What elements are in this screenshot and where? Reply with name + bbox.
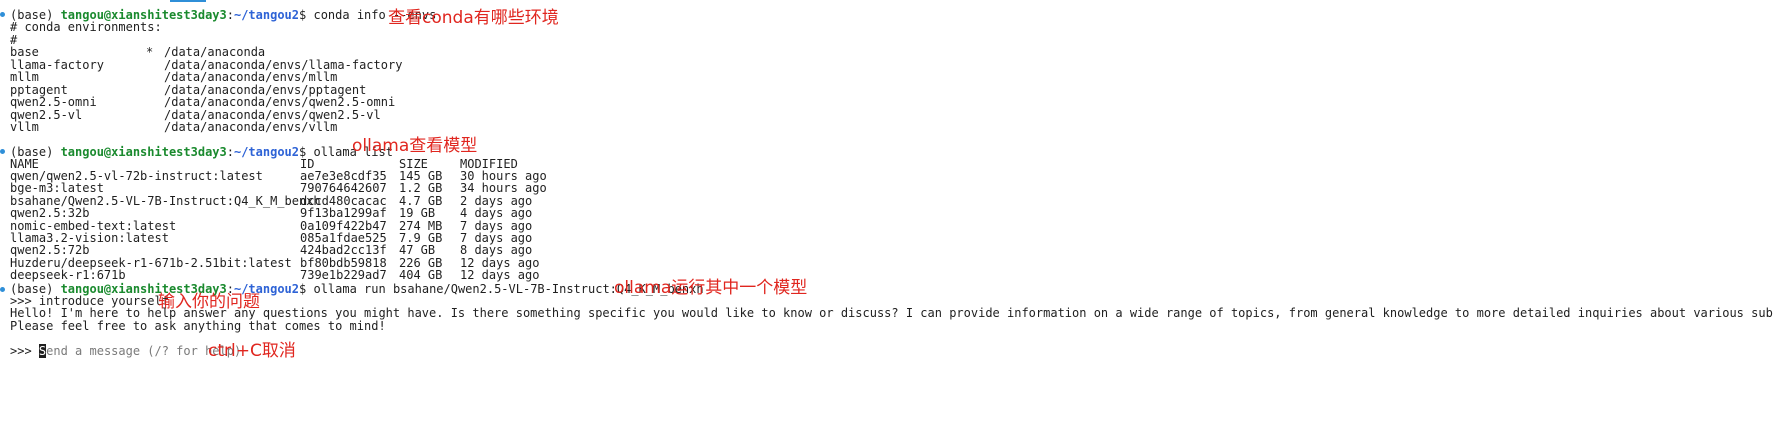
conda-header: # conda environments: bbox=[10, 20, 162, 34]
env-name: vllm bbox=[10, 120, 39, 134]
chat-prompt-marker: >>> bbox=[10, 344, 39, 358]
prompt-marker-dot bbox=[0, 149, 5, 154]
chat-response-line-1: Hello! I'm here to help answer any quest… bbox=[10, 306, 1773, 320]
prompt-marker-dot bbox=[0, 287, 5, 292]
prompt-marker-dot bbox=[0, 12, 5, 17]
model-modified: 12 days ago bbox=[460, 268, 540, 283]
model-name: deepseek-r1:671b bbox=[10, 268, 126, 283]
env-path: /data/anaconda/envs/vllm bbox=[164, 120, 338, 134]
prompt-path: ~/tangou2 bbox=[233, 8, 300, 22]
annotation-ollama-run: ollama运行其中一个模型 bbox=[614, 278, 808, 298]
terminal-window[interactable]: (base) tangou@xianshitest3day3:~/tangou2… bbox=[0, 0, 1773, 428]
prompt-line-ollama-list: (base) tangou@xianshitest3day3:~/tangou2… bbox=[10, 145, 393, 159]
prompt-sep: : bbox=[226, 8, 234, 22]
annotation-cancel: ctrl+C取消 bbox=[208, 341, 296, 361]
chat-response-line-2: Please feel free to ask anything that co… bbox=[10, 319, 386, 333]
prompt-dollar: $ bbox=[299, 8, 314, 22]
annotation-conda-envs: 查看conda有哪些环境 bbox=[388, 8, 559, 28]
scroll-indicator bbox=[170, 0, 206, 2]
annotation-ollama-list: ollama查看模型 bbox=[352, 136, 478, 156]
model-size: 404 GB bbox=[399, 268, 443, 283]
prompt-path: ~/tangou2 bbox=[233, 145, 300, 159]
model-id: 739e1b229ad7 bbox=[300, 268, 387, 283]
prompt-sep: : bbox=[226, 145, 234, 159]
chat-input-line[interactable]: >>> Send a message (/? for help) bbox=[10, 344, 241, 358]
env-active-marker: * bbox=[146, 45, 154, 59]
prompt-user: tangou@xianshitest3day3 bbox=[60, 145, 227, 159]
prompt-dollar: $ bbox=[299, 282, 314, 296]
